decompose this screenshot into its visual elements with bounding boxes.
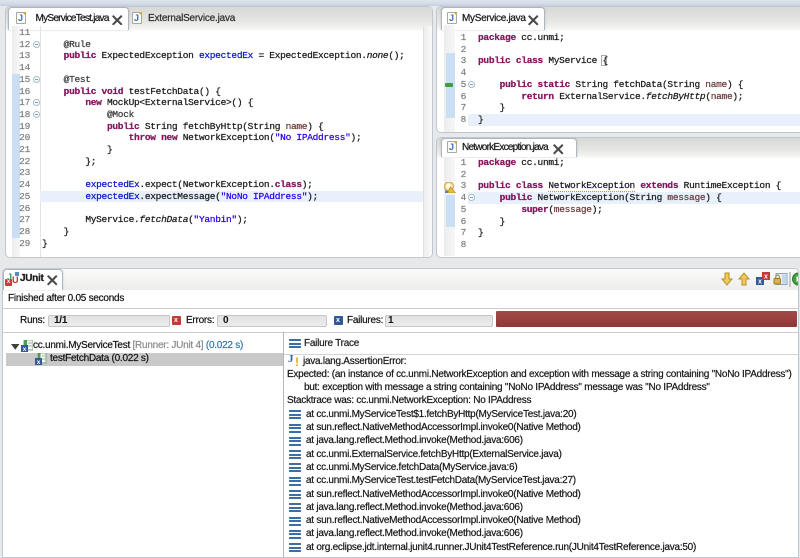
svg-text:x: x [23, 346, 27, 352]
svg-text:x: x [758, 279, 762, 286]
svg-text:x: x [764, 274, 768, 281]
svg-text:x: x [37, 359, 41, 365]
